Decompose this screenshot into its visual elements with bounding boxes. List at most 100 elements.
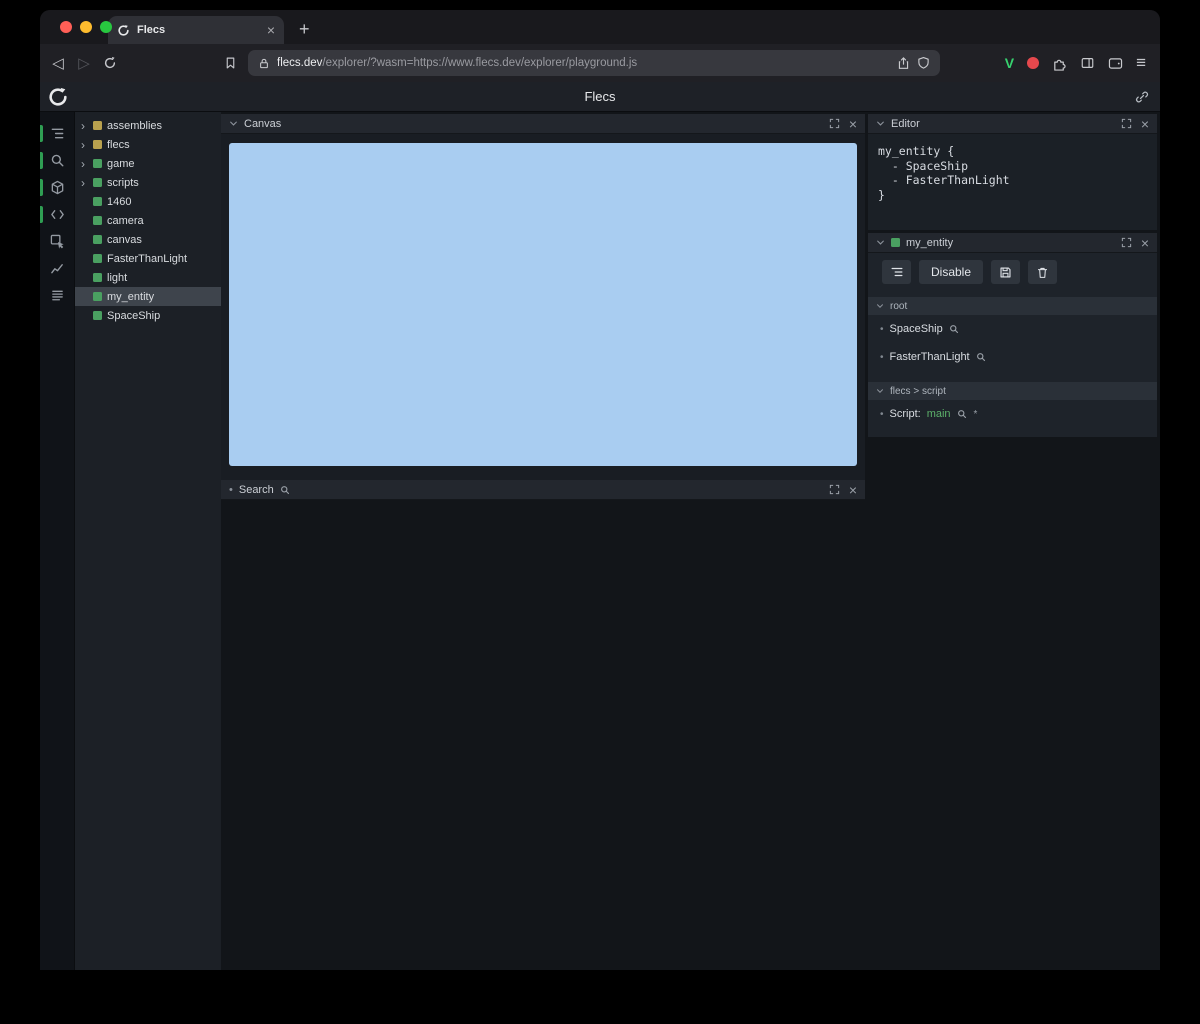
root-components-list: • SpaceShip • FasterThanLight: [868, 315, 1157, 371]
section-header-flecs-script[interactable]: flecs > script: [868, 382, 1157, 400]
bullet-icon: •: [880, 351, 884, 363]
tree-item[interactable]: › my_entity: [75, 287, 221, 306]
canvas-panel-title: Canvas: [244, 117, 282, 130]
component-prefix: Script:: [889, 408, 921, 420]
chevron-down-icon[interactable]: [876, 119, 885, 128]
forward-button[interactable]: ▷: [72, 54, 96, 72]
tree-item[interactable]: › assemblies: [75, 116, 221, 135]
component-list-item[interactable]: • Script: main *: [868, 400, 1157, 428]
menu-icon[interactable]: ≡: [1136, 53, 1146, 73]
tree-item[interactable]: › flecs: [75, 135, 221, 154]
tree-item[interactable]: › SpaceShip: [75, 306, 221, 325]
expand-icon[interactable]: [829, 118, 840, 129]
expand-icon[interactable]: [1121, 118, 1132, 129]
close-icon[interactable]: ×: [1141, 117, 1149, 131]
search-panel: • Search ×: [221, 480, 865, 500]
tab-favicon-flecs-logo-icon: [117, 24, 130, 37]
editor-panel-header: Editor ×: [868, 114, 1157, 134]
close-icon[interactable]: ×: [849, 117, 857, 131]
section-header-root[interactable]: root: [868, 297, 1157, 315]
component-name: SpaceShip: [889, 323, 943, 335]
tree-item-label: 1460: [107, 195, 132, 208]
url-text: flecs.dev/explorer/?wasm=https://www.fle…: [277, 57, 890, 69]
expand-arrow-icon[interactable]: ›: [81, 139, 88, 151]
share-icon[interactable]: [897, 56, 910, 70]
search-icon[interactable]: [957, 409, 967, 419]
tree-item[interactable]: › canvas: [75, 230, 221, 249]
component-list-item[interactable]: • FasterThanLight: [868, 343, 1157, 371]
asterisk-icon[interactable]: *: [974, 409, 978, 420]
sidebar-item-inspect[interactable]: [40, 228, 74, 255]
code-editor[interactable]: my_entity { - SpaceShip - FasterThanLigh…: [868, 134, 1157, 230]
search-icon[interactable]: [976, 352, 986, 362]
expand-arrow-icon[interactable]: ›: [81, 158, 88, 170]
tree-item-label: FasterThanLight: [107, 252, 188, 265]
canvas-panel-body: [221, 134, 865, 480]
webgl-canvas[interactable]: [229, 143, 857, 466]
zoom-window-button[interactable]: [100, 21, 112, 33]
browser-window: Flecs × + ◁ ▷ flecs.dev/explorer/?wasm=h…: [40, 10, 1160, 970]
tree-item[interactable]: › FasterThanLight: [75, 249, 221, 268]
disable-button[interactable]: Disable: [919, 260, 984, 284]
entity-color-icon: [93, 140, 102, 149]
sidebar-item-entities[interactable]: [40, 174, 74, 201]
browser-tab[interactable]: Flecs ×: [108, 16, 284, 44]
tab-title: Flecs: [137, 24, 166, 36]
tree-item[interactable]: › scripts: [75, 173, 221, 192]
tree-item[interactable]: › game: [75, 154, 221, 173]
v-extension-icon[interactable]: V: [1005, 55, 1014, 71]
chevron-down-icon[interactable]: [876, 238, 885, 247]
tree-view-button[interactable]: [882, 260, 911, 284]
page-title: Flecs: [584, 89, 616, 104]
search-icon[interactable]: [949, 324, 959, 334]
save-button[interactable]: [991, 260, 1021, 284]
sidebar-item-search[interactable]: [40, 147, 74, 174]
tree-item-label: my_entity: [107, 290, 155, 303]
tree-item[interactable]: › light: [75, 268, 221, 287]
tab-strip: Flecs × +: [40, 10, 1160, 44]
entity-color-icon: [93, 292, 102, 301]
expand-arrow-icon[interactable]: ›: [81, 177, 88, 189]
back-button[interactable]: ◁: [46, 54, 70, 72]
red-circle-extension-icon[interactable]: [1027, 57, 1040, 69]
expand-arrow-icon[interactable]: ›: [81, 120, 88, 132]
expand-icon[interactable]: [1121, 237, 1132, 248]
puzzle-extensions-icon[interactable]: [1052, 56, 1067, 71]
entity-tree-panel: › assemblies › flecs › game › scripts › …: [75, 112, 221, 970]
component-list-item[interactable]: • SpaceShip: [868, 315, 1157, 343]
tree-item-label: SpaceShip: [107, 309, 161, 322]
reload-button[interactable]: [98, 56, 122, 70]
close-icon[interactable]: ×: [849, 483, 857, 497]
sidebar-toggle-icon[interactable]: [1080, 56, 1095, 70]
entity-color-icon: [93, 311, 102, 320]
right-column: Editor × my_entity { - SpaceShip - Faste…: [868, 114, 1157, 437]
tree-item[interactable]: › camera: [75, 211, 221, 230]
sidebar-item-stats[interactable]: [40, 255, 74, 282]
expand-icon[interactable]: [829, 484, 840, 495]
tree-item-label: assemblies: [107, 119, 163, 132]
permalink-icon[interactable]: [1135, 90, 1149, 104]
address-bar[interactable]: flecs.dev/explorer/?wasm=https://www.fle…: [248, 50, 940, 76]
entity-panel-title: my_entity: [906, 236, 954, 249]
bookmark-icon[interactable]: [218, 56, 242, 70]
tab-close-icon[interactable]: ×: [267, 23, 275, 37]
entity-color-icon: [93, 197, 102, 206]
sidebar-item-tree-view[interactable]: [40, 120, 74, 147]
tree-item-label: canvas: [107, 233, 142, 246]
new-tab-button[interactable]: +: [299, 19, 310, 40]
close-icon[interactable]: ×: [1141, 236, 1149, 250]
tree-item[interactable]: › 1460: [75, 192, 221, 211]
collapsed-dot-icon[interactable]: •: [229, 484, 233, 496]
minimize-window-button[interactable]: [80, 21, 92, 33]
code-line: - SpaceShip: [878, 158, 969, 173]
sidebar-item-scripts[interactable]: [40, 201, 74, 228]
canvas-panel: Canvas ×: [221, 114, 865, 480]
entity-color-icon: [891, 238, 900, 247]
close-window-button[interactable]: [60, 21, 72, 33]
chevron-down-icon[interactable]: [229, 119, 238, 128]
sidebar-item-logs[interactable]: [40, 282, 74, 309]
entity-color-icon: [93, 159, 102, 168]
delete-button[interactable]: [1028, 260, 1058, 284]
wallet-icon[interactable]: [1108, 57, 1123, 70]
shield-icon[interactable]: [917, 56, 930, 70]
